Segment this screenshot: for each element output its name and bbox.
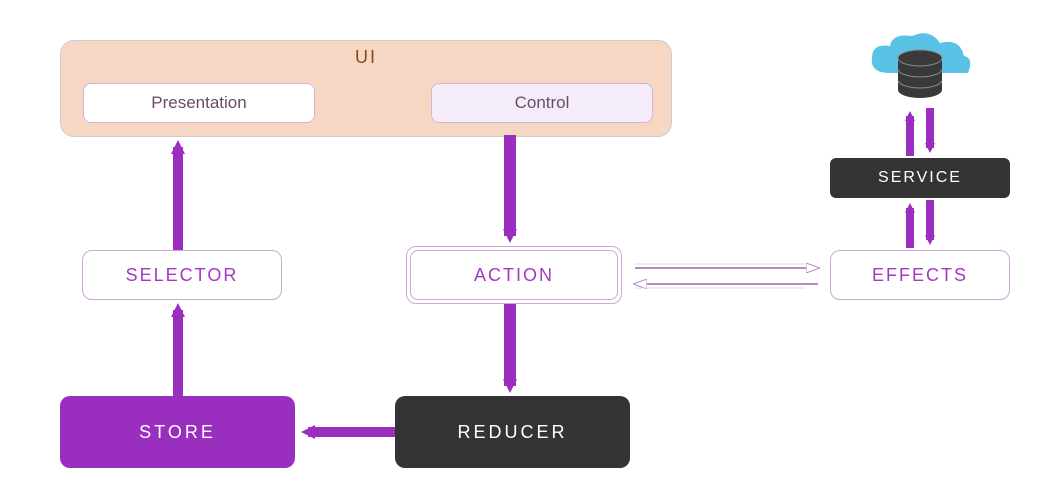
action-label: ACTION	[474, 265, 554, 286]
presentation-label: Presentation	[151, 93, 246, 113]
action-box: ACTION	[406, 246, 622, 304]
store-label: STORE	[139, 422, 216, 443]
reducer-label: REDUCER	[457, 422, 567, 443]
selector-box: SELECTOR	[82, 250, 282, 300]
presentation-box: Presentation	[83, 83, 315, 123]
control-box: Control	[431, 83, 653, 123]
service-box: SERVICE	[830, 158, 1010, 198]
cloud-db-icon	[860, 28, 980, 108]
effects-label: EFFECTS	[872, 265, 968, 286]
action-inner: ACTION	[410, 250, 618, 300]
service-label: SERVICE	[878, 169, 962, 187]
store-box: STORE	[60, 396, 295, 468]
control-label: Control	[515, 93, 570, 113]
reducer-box: REDUCER	[395, 396, 630, 468]
selector-label: SELECTOR	[126, 265, 239, 286]
ui-group: UI Presentation Control	[60, 40, 672, 137]
ui-title: UI	[355, 47, 377, 68]
effects-box: EFFECTS	[830, 250, 1010, 300]
